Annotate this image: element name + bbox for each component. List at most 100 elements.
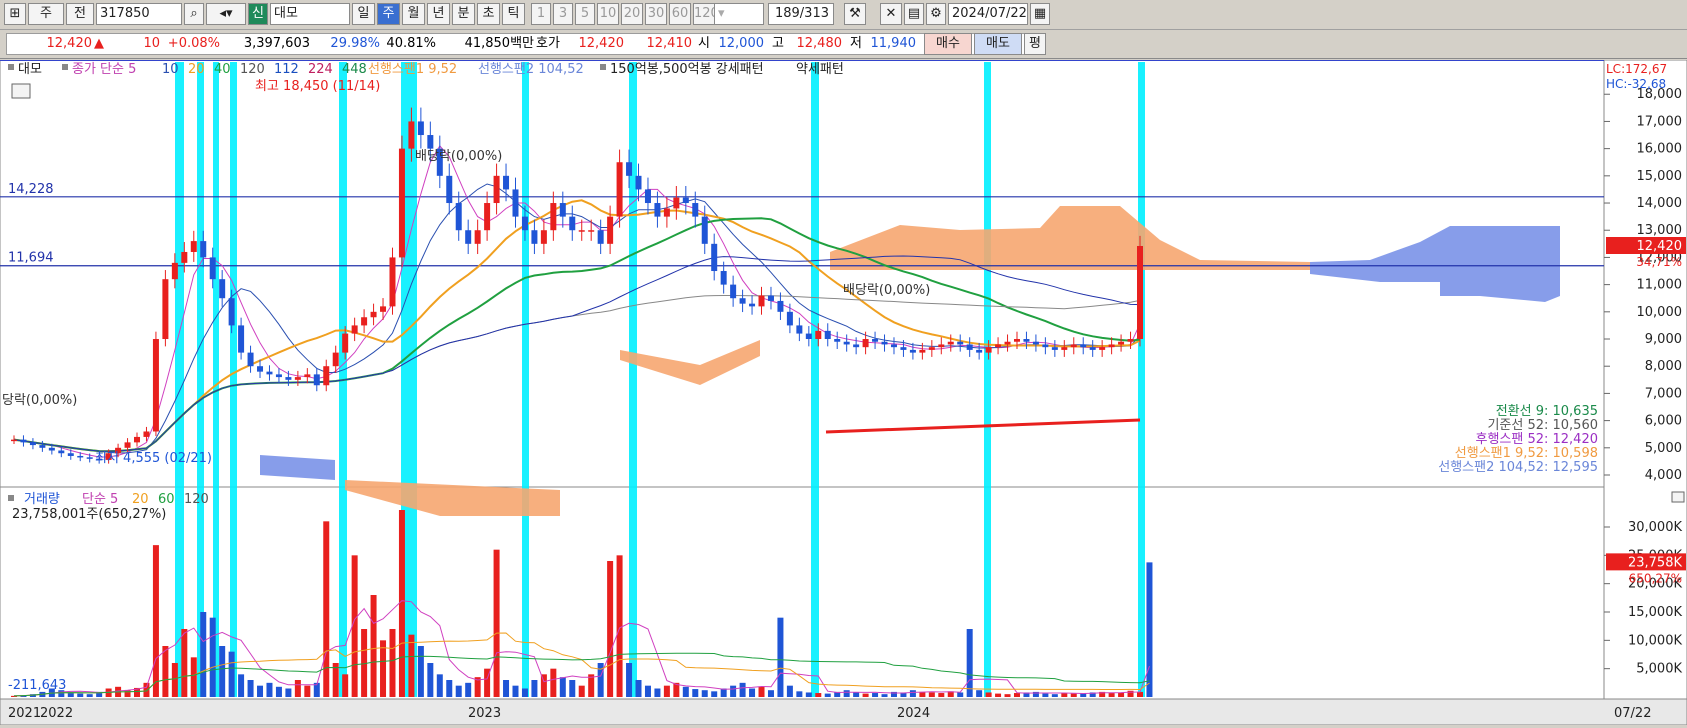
period-button-6[interactable]: 틱 — [502, 3, 525, 25]
price-tick-label: 15,000 — [1637, 169, 1683, 184]
candle-body — [767, 295, 774, 301]
period-button-5[interactable]: 초 — [477, 3, 500, 25]
period-button-0[interactable]: 일 — [352, 3, 375, 25]
count-total: /313 — [799, 6, 829, 21]
candle-body — [503, 175, 510, 190]
price-tick-label: 7,000 — [1645, 386, 1682, 401]
stock-name-field[interactable]: 대모 — [270, 3, 350, 25]
date-input[interactable]: 2024/07/22 — [948, 3, 1028, 25]
volume-bar — [909, 690, 916, 697]
candle-body — [976, 349, 983, 353]
volume-bar — [957, 692, 964, 697]
volume-bar — [872, 693, 879, 697]
volume-bar — [247, 680, 254, 697]
volume-ma-period: 120 — [184, 492, 209, 507]
volume-ma-period: 60 — [158, 492, 175, 507]
price-volume-chart[interactable]: 18,00017,00016,00015,00014,00013,00012,0… — [0, 59, 1687, 726]
price-tick-label: 4,000 — [1645, 468, 1682, 483]
volume-bar — [417, 646, 424, 697]
tools-icon[interactable]: ⚒ — [844, 3, 866, 25]
crosshair-icon[interactable]: ✕ — [880, 3, 902, 25]
gear-icon[interactable]: ⚙ — [926, 3, 946, 25]
search-icon[interactable]: ⌕ — [184, 3, 204, 25]
buy-button[interactable]: 매수 — [924, 33, 972, 55]
candle-body — [474, 230, 481, 244]
prev-button[interactable]: 전 — [66, 3, 94, 25]
layout-icon[interactable]: ⊞ — [4, 3, 26, 25]
candle-body — [588, 230, 595, 232]
minute-button-60[interactable]: 60 — [669, 3, 691, 25]
legend-ma-period: 224 — [308, 62, 333, 77]
candle-body — [190, 241, 197, 252]
legend-pattern: 150억봉,500억봉 강세패턴 — [610, 62, 764, 77]
volume-bar — [200, 612, 207, 697]
legend-ma-period: 20 — [188, 62, 205, 77]
volume-bar — [228, 651, 235, 697]
minute-button-3[interactable]: 3 — [553, 3, 573, 25]
volume-bar — [777, 617, 784, 697]
candle-body — [654, 203, 661, 217]
period-button-1[interactable]: 주 — [377, 3, 400, 25]
minute-button-5[interactable]: 5 — [575, 3, 595, 25]
candle-body — [701, 216, 708, 244]
volume-bar — [1108, 693, 1115, 697]
candle-body — [985, 347, 992, 353]
volume-bar — [332, 663, 339, 697]
period-input[interactable]: ▾ — [714, 3, 764, 25]
volume-bar — [1137, 691, 1143, 697]
volume-bar — [692, 689, 699, 697]
candle-body — [304, 374, 311, 378]
price-tick-label: 6,000 — [1645, 414, 1682, 429]
candle-body — [758, 295, 765, 307]
minute-button-20[interactable]: 20 — [621, 3, 643, 25]
time-axis-panel — [0, 698, 1687, 726]
speaker-icon[interactable]: ◂▾ — [206, 3, 246, 25]
save-icon[interactable]: ▤ — [904, 3, 924, 25]
time-label: 2021 — [8, 706, 41, 721]
volume-bar — [257, 685, 264, 697]
calendar-icon[interactable]: ▦ — [1030, 3, 1050, 25]
price-tick-label: 10,000 — [1637, 305, 1683, 320]
level-label-14228: 14,228 — [8, 182, 54, 197]
period-button-4[interactable]: 분 — [452, 3, 475, 25]
flat-button[interactable]: 평 — [1024, 33, 1046, 55]
candle-body — [947, 341, 954, 345]
candle-body — [521, 216, 528, 231]
candle-body — [266, 371, 273, 375]
volume-tick-label: 15,000K — [1628, 605, 1682, 620]
open-value: 12,000 — [718, 36, 765, 51]
legend-ma-period: 10 — [162, 62, 179, 77]
minute-button-1[interactable]: 1 — [531, 3, 551, 25]
close-panel-icon — [1671, 491, 1685, 503]
candle-body — [11, 439, 17, 442]
candle-body — [124, 442, 131, 448]
candle-body — [711, 243, 718, 272]
ask-value: 12,420 — [578, 36, 625, 51]
candle-body — [446, 175, 453, 204]
candle-body — [928, 347, 935, 350]
period-button-2[interactable]: 월 — [402, 3, 425, 25]
stock-code-input[interactable]: 317850 — [96, 3, 182, 25]
highlight-column — [213, 62, 219, 697]
candle-body — [209, 257, 216, 280]
volume-bar — [540, 674, 547, 697]
volume-bar — [654, 688, 661, 697]
price-pct-label: 34,71% — [1636, 255, 1682, 269]
candle-body — [67, 453, 74, 456]
volume-bar — [853, 692, 860, 697]
chart-area[interactable]: 18,000 17,000 16,000 15,000 14,000 13,000 12,0… — [0, 59, 1687, 726]
candle-body — [1070, 344, 1077, 348]
highlight-column — [230, 62, 237, 697]
candle-body — [285, 377, 292, 380]
candle-body — [749, 303, 756, 307]
candle-body — [351, 325, 358, 334]
minute-button-10[interactable]: 10 — [597, 3, 619, 25]
period-type-select[interactable]: 주 — [28, 3, 64, 25]
candle-body — [1118, 341, 1125, 345]
volume-bar — [767, 690, 774, 697]
minute-button-30[interactable]: 30 — [645, 3, 667, 25]
candle-body — [1013, 339, 1020, 342]
volume-bar — [503, 680, 510, 697]
sell-button[interactable]: 매도 — [974, 33, 1022, 55]
period-button-3[interactable]: 년 — [427, 3, 450, 25]
